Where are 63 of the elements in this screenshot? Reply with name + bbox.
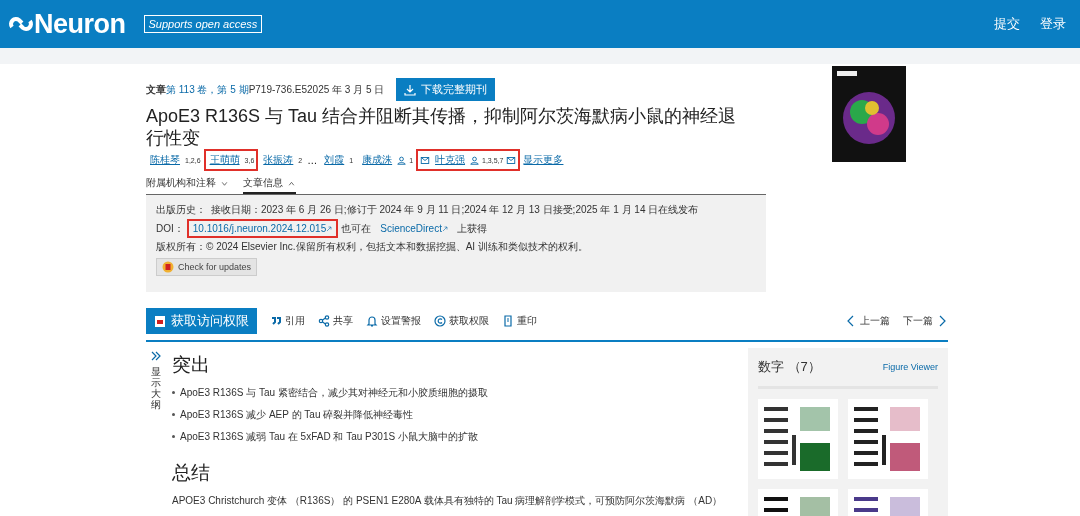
bullet-icon <box>172 435 175 438</box>
quote-icon <box>270 315 282 327</box>
mail-icon <box>506 155 517 165</box>
bullet-icon <box>172 413 175 416</box>
share-icon <box>318 315 330 327</box>
previous-button[interactable]: 上一篇 <box>845 314 890 328</box>
double-chevron-icon <box>150 350 162 362</box>
summary-text: APOE3 Christchurch 变体 （R136S） 的 PSEN1 E280A 载体具有独特的 Tau 病理解剖学模式，可预防阿尔茨海默病 （AD） <box>172 494 724 508</box>
external-link-icon <box>326 226 333 232</box>
download-icon <box>404 83 417 96</box>
next-button[interactable]: 下一篇 <box>903 314 948 328</box>
author-link[interactable]: 陈桂琴 <box>148 152 182 168</box>
sciencedirect-link[interactable]: ScienceDirect <box>376 221 452 236</box>
person-icon <box>397 155 407 165</box>
bullet-icon <box>172 391 175 394</box>
person-icon <box>470 155 480 165</box>
journal-logo[interactable]: Neuron <box>34 8 126 40</box>
history-label: 出版历史： <box>156 203 206 217</box>
show-more-link[interactable]: 显示更多 <box>521 152 566 168</box>
highlight-item: ApoE3 R136S 与 Tau 紧密结合，减少其对神经元和小胶质细胞的摄取 <box>180 386 488 400</box>
ellipsis: … <box>307 154 318 166</box>
toolbar-button[interactable]: 获取权限 <box>434 314 489 328</box>
highlight-item: ApoE3 R136S 减少 AEP 的 Tau 碎裂并降低神经毒性 <box>180 408 414 422</box>
external-link-icon <box>441 226 448 232</box>
author-link[interactable]: 康成洙 <box>360 152 395 168</box>
pdf-icon <box>154 314 166 328</box>
author-link[interactable]: 张振涛 <box>261 152 296 168</box>
toolbar-button[interactable]: 引用 <box>270 314 305 328</box>
document-icon <box>502 315 514 327</box>
history-text: 接收日期：2023 年 6 月 26 日;修订于 2024 年 9 月 11 日;2024 年 12 月 13 日接受;2025 年 1 月 14 日在线发布 <box>211 203 699 217</box>
chevron-up-icon <box>287 179 296 187</box>
article-title: ApoE3 R136S 与 Tau 结合并阻断其传播，抑制阿尔茨海默病小鼠的神经退行性变 <box>146 105 738 149</box>
copyright-text: 版权所有：© 2024 Elsevier Inc.保留所有权利，包括文本和数据挖掘、AI 训练和类似技术的权利。 <box>156 240 589 254</box>
article-meta: 文章第 113 卷，第 5 期P719-736.E52025 年 3 月 5 日 <box>146 82 385 97</box>
outline-toggle[interactable]: 显示大纲 <box>151 366 161 410</box>
header-link[interactable]: 登录 <box>1040 15 1066 33</box>
check-updates-button[interactable]: Check for updates <box>156 258 258 276</box>
section-heading: 突出 <box>172 353 211 377</box>
availability-text: 上获得 <box>456 221 487 236</box>
figure-viewer-link[interactable]: Figure Viewer <box>882 362 938 372</box>
open-access-label: Supports open access <box>143 15 263 33</box>
availability-text: 也可在 <box>341 221 372 236</box>
mail-icon <box>420 155 431 165</box>
info-tab[interactable]: 附属机构和注释 <box>146 175 229 194</box>
author-link[interactable]: 王萌萌 <box>207 152 242 168</box>
copyright-icon <box>434 315 446 327</box>
doi-link[interactable]: 10.1016/j.neuron.2024.12.015 <box>188 221 337 236</box>
figures-title: 数字 （7） <box>758 358 821 376</box>
chevron-down-icon <box>220 179 229 187</box>
author-link[interactable]: 叶克强 <box>433 152 468 168</box>
journal-cover[interactable] <box>832 66 906 162</box>
section-heading: 总结 <box>172 461 211 485</box>
toolbar-button[interactable]: 共享 <box>318 314 353 328</box>
author-link[interactable]: 刘霞 <box>322 152 347 168</box>
download-button[interactable]: 下载完整期刊 <box>396 78 496 101</box>
toolbar-button[interactable]: 设置警报 <box>366 314 421 328</box>
badge-icon <box>162 261 174 273</box>
header-link[interactable]: 提交 <box>994 15 1020 33</box>
doi-label: DOI： <box>156 221 184 236</box>
highlight-item: ApoE3 R136S 减弱 Tau 在 5xFAD 和 Tau P301S 小鼠大脑中的扩散 <box>180 430 478 444</box>
toolbar-button[interactable]: 重印 <box>502 314 537 328</box>
bell-icon <box>366 315 378 327</box>
get-access-button[interactable]: 获取访问权限 <box>146 308 257 334</box>
